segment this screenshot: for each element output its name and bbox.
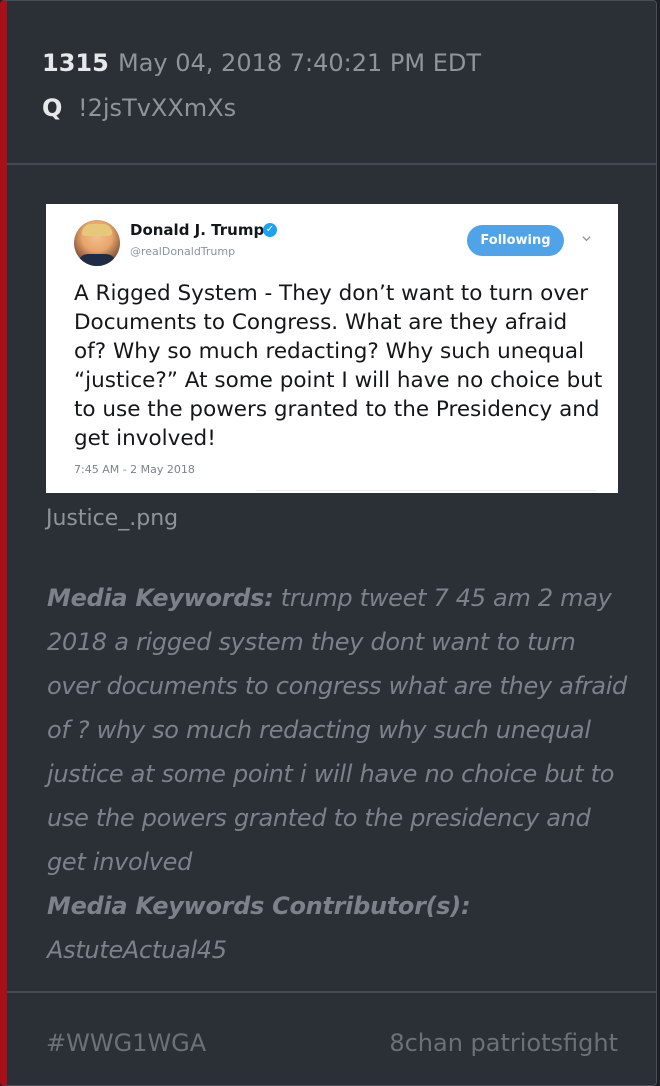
tweet-image[interactable]: Donald J. Trump ✓ @realDonaldTrump Follo… <box>46 204 618 493</box>
post-number[interactable]: 1315 <box>42 49 109 77</box>
source-site-label: 8chan patriotsfight <box>389 1029 618 1057</box>
contributors-text: AstuteActual45 <box>47 936 227 964</box>
media-keywords: Media Keywords: trump tweet 7 45 am 2 ma… <box>47 576 627 972</box>
tweet-author-name: Donald J. Trump <box>130 221 265 239</box>
tweet-author-handle: @realDonaldTrump <box>130 245 236 258</box>
post-footer: #WWG1WGA 8chan patriotsfight <box>7 991 656 1085</box>
hashtag-label: #WWG1WGA <box>46 1029 207 1057</box>
chevron-down-icon <box>582 236 591 242</box>
verified-badge-icon: ✓ <box>263 223 277 237</box>
media-keywords-label: Media Keywords: <box>47 584 274 612</box>
contributors-label: Media Keywords Contributor(s): <box>47 892 471 920</box>
image-filename[interactable]: Justice_.png <box>46 506 178 531</box>
author-name: Q <box>42 94 63 122</box>
tweet-timestamp: 7:45 AM - 2 May 2018 <box>74 463 195 476</box>
post-card: 1315 May 04, 2018 7:40:21 PM EDT Q !2jsT… <box>0 0 657 1086</box>
post-header: 1315 May 04, 2018 7:40:21 PM EDT Q !2jsT… <box>7 1 656 165</box>
author-tripcode: !2jsTvXXmXs <box>78 94 237 122</box>
media-keywords-text: trump tweet 7 45 am 2 may 2018 a rigged … <box>47 584 627 876</box>
following-button: Following <box>467 225 564 256</box>
divider <box>256 490 596 491</box>
post-date: May 04, 2018 7:40:21 PM EDT <box>118 49 482 77</box>
avatar <box>74 220 120 266</box>
tweet-text: A Rigged System - They don’t want to tur… <box>74 281 603 451</box>
